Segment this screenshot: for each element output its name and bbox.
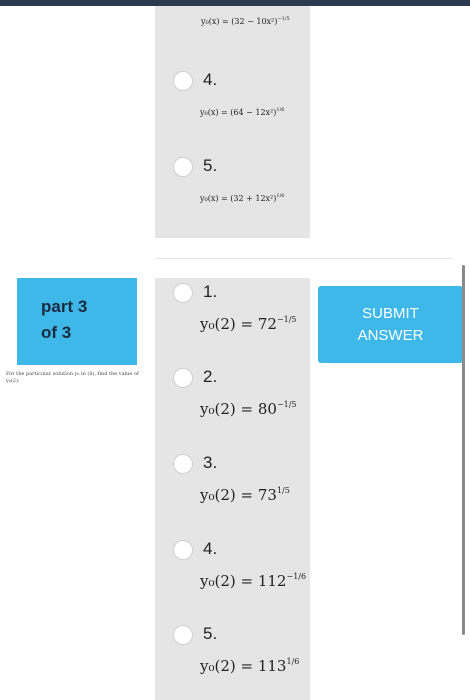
part-total: of 3: [41, 323, 72, 342]
part-label: part 3: [41, 297, 88, 316]
question-text: For the particular solution y₀ in (ii), …: [6, 371, 139, 384]
option-number: 5.: [203, 156, 218, 175]
part-indicator: part 3 of 3: [17, 278, 137, 365]
radio-button[interactable]: [173, 540, 193, 560]
option-formula: y₀(2) = 112−1/6: [200, 572, 307, 590]
radio-button[interactable]: [173, 283, 193, 303]
previous-part-options-panel: y₀(x) = (32 − 10x²)−1/5 4. y₀(x) = (64 −…: [155, 6, 310, 238]
answer-options-panel: 1. y₀(2) = 72−1/5 2. y₀(2) = 80−1/5 3. y…: [155, 278, 310, 700]
section-divider: [155, 258, 452, 259]
previous-option-formula: y₀(x) = (32 − 10x²)−1/5: [201, 16, 290, 26]
option-number: 5.: [203, 624, 218, 643]
submit-answer-button[interactable]: SUBMIT ANSWER: [318, 286, 463, 363]
radio-button[interactable]: [173, 157, 193, 177]
radio-button[interactable]: [173, 625, 193, 645]
radio-button[interactable]: [173, 368, 193, 388]
scrollbar[interactable]: [462, 265, 465, 635]
radio-button[interactable]: [173, 71, 193, 91]
radio-button[interactable]: [173, 454, 193, 474]
option-formula: y₀(x) = (64 − 12x²)1/6: [200, 107, 285, 117]
option-number: 4.: [203, 70, 218, 89]
submit-label-line2: ANSWER: [357, 326, 424, 344]
option-formula: y₀(x) = (32 + 12x²)1/6: [200, 193, 285, 203]
option-formula: y₀(2) = 72−1/5: [200, 315, 297, 333]
option-number: 1.: [203, 282, 218, 301]
option-formula: y₀(2) = 731/5: [200, 486, 290, 504]
option-formula: y₀(2) = 80−1/5: [200, 400, 297, 418]
option-formula: y₀(2) = 1131/6: [200, 657, 300, 675]
option-number: 2.: [203, 367, 218, 386]
option-number: 3.: [203, 453, 218, 472]
submit-label-line1: SUBMIT: [362, 304, 419, 322]
option-number: 4.: [203, 539, 218, 558]
